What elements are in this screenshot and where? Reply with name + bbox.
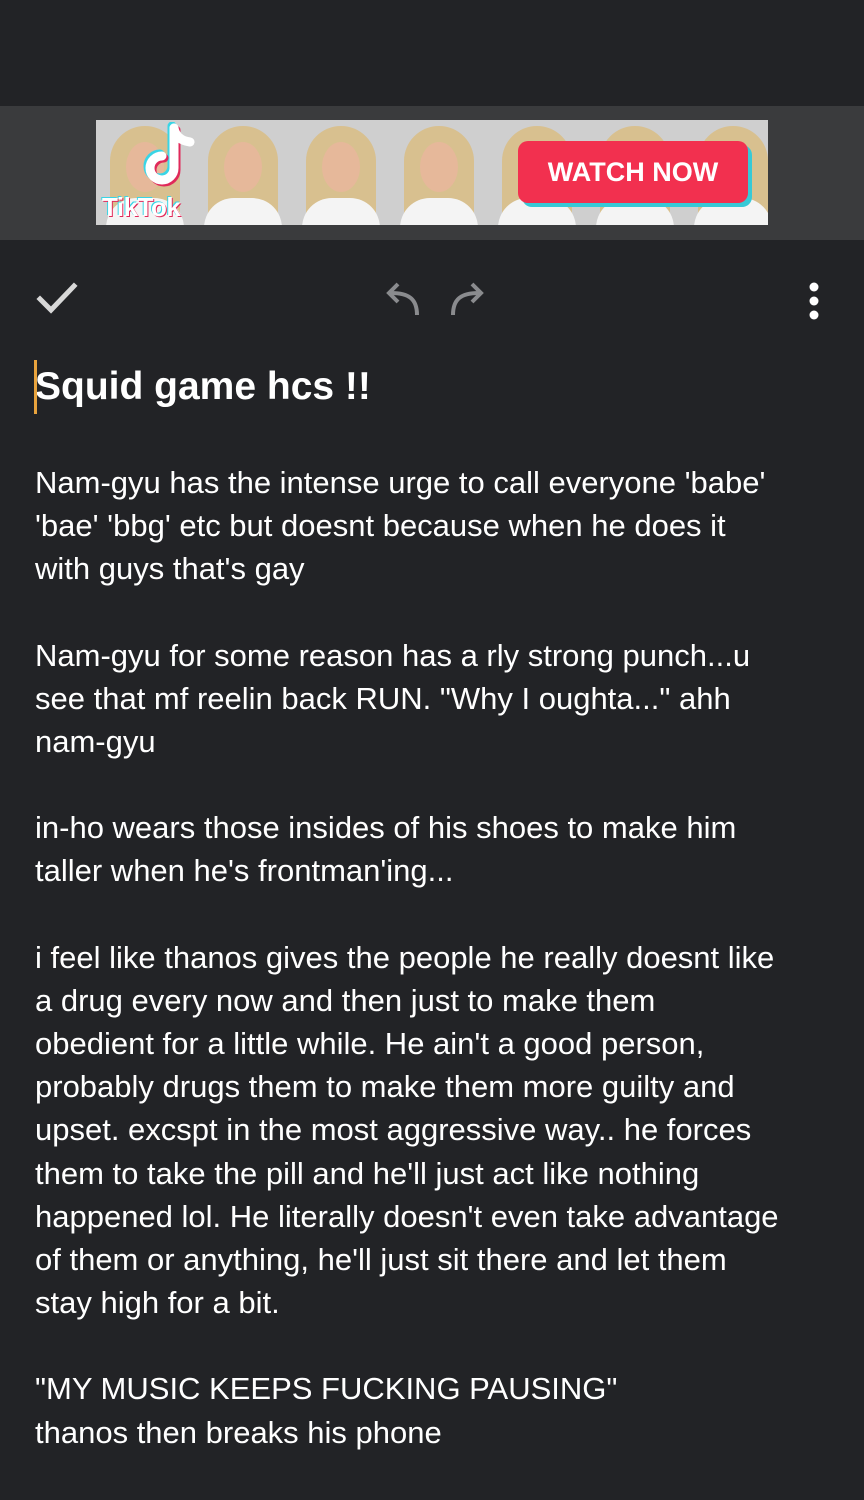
note-paragraph: Nam-gyu for some reason has a rly strong… (35, 637, 751, 760)
editor-toolbar (0, 240, 864, 358)
note-title[interactable]: Squid game hcs !! (34, 360, 835, 414)
note-paragraph: in-ho wears those insides of his shoes t… (35, 810, 737, 889)
tiktok-logo-icon (143, 122, 195, 187)
tiktok-ad-banner[interactable]: TikTok WATCH NOW (96, 120, 768, 225)
ad-photo (292, 120, 390, 225)
ad-strip: TikTok WATCH NOW (0, 106, 864, 240)
note-title-text: Squid game hcs !! (35, 365, 371, 408)
note-editor[interactable]: Squid game hcs !! Nam-gyu has the intens… (34, 360, 835, 1497)
tiktok-wordmark: TikTok (102, 192, 181, 222)
undo-icon (386, 282, 419, 316)
check-icon (36, 282, 78, 314)
status-bar (0, 0, 864, 106)
text-cursor (34, 360, 37, 414)
note-paragraph: i feel like thanos gives the people he r… (35, 939, 779, 1321)
redo-button[interactable] (446, 276, 492, 322)
note-paragraph: Nam-gyu has the intense urge to call eve… (35, 465, 766, 587)
done-button[interactable] (30, 276, 84, 320)
undo-button[interactable] (378, 276, 424, 322)
ad-photo (194, 120, 292, 225)
note-body[interactable]: Nam-gyu has the intense urge to call eve… (35, 461, 835, 1454)
note-paragraph: "MY MUSIC KEEPS FUCKING PAUSING" thanos … (35, 1371, 618, 1450)
more-options-button[interactable] (796, 278, 832, 324)
redo-icon (451, 282, 484, 316)
more-vert-icon (809, 282, 819, 320)
ad-photo (390, 120, 488, 225)
watch-now-button[interactable]: WATCH NOW (518, 141, 748, 203)
